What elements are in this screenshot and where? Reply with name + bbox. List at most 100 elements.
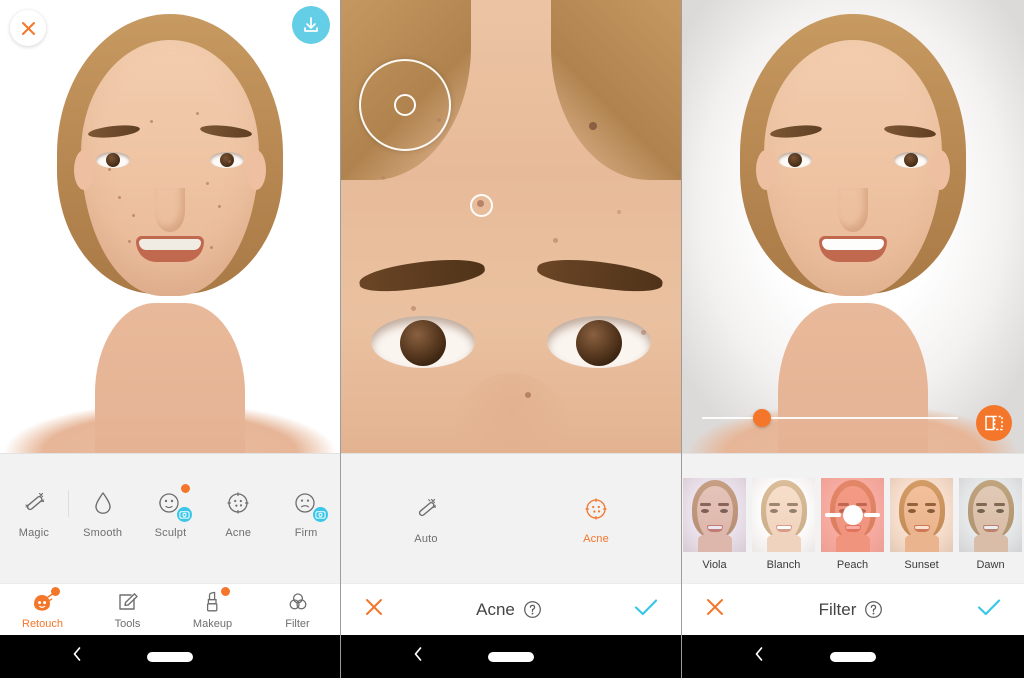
tool-label: Acne (583, 533, 609, 545)
home-pill-icon[interactable] (830, 651, 876, 662)
editor-title: Filter (819, 600, 884, 620)
close-icon (21, 21, 35, 35)
cancel-button[interactable] (704, 596, 726, 623)
filter-item-sunset[interactable]: Sunset (890, 478, 953, 571)
tool-acne[interactable]: Acne (204, 486, 272, 539)
portrait-retouched (682, 0, 1024, 453)
filter-label: Blanch (766, 559, 801, 571)
brush-cursor-inner[interactable] (394, 94, 416, 116)
filter-thumbnail (959, 478, 1022, 552)
filter-action-bar: Filter (682, 583, 1024, 635)
filter-item-blanch[interactable]: Blanch (752, 478, 815, 571)
back-chevron-icon[interactable] (411, 645, 425, 668)
home-pill-icon[interactable] (147, 651, 193, 662)
system-nav-bar-3 (682, 635, 1024, 678)
phone-screen-retouch: Magic Smooth Sculpt Acne Firm Retouch To… (0, 0, 341, 678)
tool-acne-active[interactable]: Acne (511, 492, 681, 545)
nav-item-makeup[interactable]: Makeup (170, 587, 255, 630)
face-firm-icon (289, 486, 330, 523)
acne-target-icon (221, 486, 255, 520)
tool-firm[interactable]: Firm (272, 486, 340, 539)
lipstick-icon (199, 587, 230, 615)
confirm-button[interactable] (976, 596, 1002, 623)
tool-label: Auto (414, 533, 438, 545)
tool-label: Acne (225, 527, 252, 539)
filter-thumbnail (752, 478, 815, 552)
back-chevron-icon[interactable] (70, 645, 84, 668)
screenshot-root: Magic Smooth Sculpt Acne Firm Retouch To… (0, 0, 1024, 678)
acne-action-bar: Acne (341, 583, 681, 635)
nav-label: Tools (114, 618, 141, 630)
pencil-square-icon (114, 589, 142, 615)
acne-target-icon (579, 492, 613, 526)
close-icon (707, 599, 723, 615)
photo-canvas-1[interactable] (0, 0, 340, 453)
filter-label: Dawn (976, 559, 1005, 571)
tool-smooth[interactable]: Smooth (69, 486, 137, 539)
retouch-face-icon (29, 587, 60, 615)
tool-magic[interactable]: Magic (0, 486, 68, 539)
selected-bar-left (825, 513, 841, 517)
close-icon (366, 599, 382, 615)
filter-item-peach[interactable]: Peach (821, 478, 884, 571)
filter-tool-panel: Viola Blanch Peach Sunset Dawn (682, 453, 1024, 583)
tool-label: Sculpt (154, 527, 187, 539)
editor-title: Acne (476, 600, 542, 620)
check-icon (977, 599, 1001, 616)
tool-label: Smooth (83, 527, 123, 539)
face-sculpt-icon (153, 484, 194, 523)
portrait-original (0, 0, 340, 453)
water-drop-icon (86, 486, 120, 520)
photo-canvas-3[interactable] (682, 0, 1024, 453)
check-icon (634, 599, 658, 616)
ai-badge-icon (312, 506, 330, 523)
magic-wand-icon (17, 486, 51, 520)
compare-button[interactable] (976, 405, 1012, 441)
filter-label: Viola (702, 559, 727, 571)
help-circle-icon[interactable] (864, 600, 883, 619)
save-button[interactable] (292, 6, 330, 44)
magic-wand-icon (409, 492, 443, 526)
nav-label: Retouch (22, 618, 63, 630)
brush-cursor[interactable] (470, 194, 493, 217)
tool-auto[interactable]: Auto (341, 492, 511, 545)
nav-item-tools[interactable]: Tools (85, 589, 170, 630)
slider-knob[interactable] (753, 409, 772, 427)
home-pill-icon[interactable] (488, 651, 534, 662)
acne-tool-panel: Auto Acne (341, 453, 681, 583)
nav-item-retouch[interactable]: Retouch (0, 587, 85, 630)
back-chevron-icon[interactable] (752, 645, 766, 668)
close-button[interactable] (10, 10, 46, 46)
nav-item-filter[interactable]: Filter (255, 589, 340, 630)
confirm-button[interactable] (633, 596, 659, 623)
selected-indicator-dot (842, 505, 863, 525)
editor-title-text: Filter (818, 599, 857, 619)
ai-badge-icon (176, 506, 194, 523)
retouch-tool-panel: Magic Smooth Sculpt Acne Firm (0, 453, 340, 583)
filter-label: Peach (836, 559, 869, 571)
help-circle-icon[interactable] (523, 600, 542, 619)
compare-split-icon (985, 415, 1003, 431)
tool-label: Magic (18, 527, 50, 539)
editor-title-text: Acne (476, 599, 515, 619)
new-dot-badge (50, 587, 60, 596)
filter-item-viola[interactable]: Viola (683, 478, 746, 571)
filter-label: Sunset (904, 559, 939, 571)
filter-intensity-slider[interactable] (702, 409, 958, 427)
new-dot-badge (220, 587, 230, 596)
filter-item-dawn[interactable]: Dawn (959, 478, 1022, 571)
nav-label: Filter (285, 618, 310, 630)
phone-screen-acne: Auto Acne Acne (341, 0, 682, 678)
photo-canvas-2[interactable] (341, 0, 681, 453)
tool-label: Firm (294, 527, 318, 539)
cancel-button[interactable] (363, 596, 385, 623)
filter-strip[interactable]: Viola Blanch Peach Sunset Dawn (682, 454, 1024, 571)
tool-sculpt[interactable]: Sculpt (137, 484, 205, 539)
phone-screen-filter: Viola Blanch Peach Sunset Dawn Filter (682, 0, 1024, 678)
filter-thumbnail-selected (821, 478, 884, 552)
slider-track (702, 417, 958, 419)
selected-bar-right (864, 513, 880, 517)
three-circles-icon (284, 589, 312, 615)
new-dot-badge (181, 484, 191, 493)
retouch-tools-row: Magic Smooth Sculpt Acne Firm (0, 454, 340, 539)
